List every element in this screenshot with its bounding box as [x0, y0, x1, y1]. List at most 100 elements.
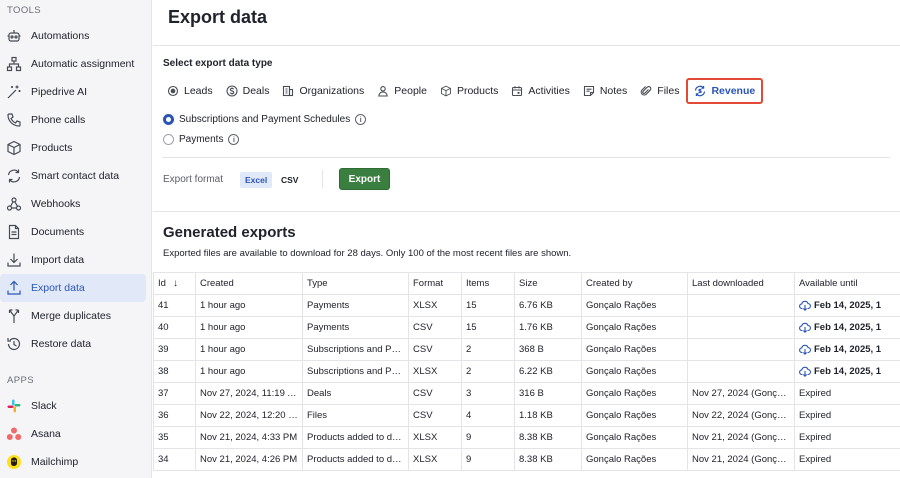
- type-tab-organizations[interactable]: Organizations: [278, 80, 368, 102]
- sidebar-item-automatic-assignment[interactable]: Automatic assignment: [0, 50, 146, 78]
- type-tab-label: Leads: [184, 85, 213, 97]
- sidebar-item-export-data[interactable]: Export data: [0, 274, 146, 302]
- type-tab-label: Organizations: [299, 85, 365, 97]
- sidebar-item-mailchimp[interactable]: Mailchimp: [0, 448, 146, 476]
- sidebar-item-label: Automatic assignment: [31, 58, 135, 70]
- asana-icon: [5, 425, 23, 443]
- table-cell-type: Payments: [302, 316, 409, 339]
- export-button[interactable]: Export: [339, 168, 390, 190]
- assignment-icon: [5, 55, 23, 73]
- table-row[interactable]: 381 hour agoSubscriptions and Payment Sc…: [153, 360, 900, 383]
- table-cell-type: Deals: [302, 382, 409, 405]
- column-header-created[interactable]: Created: [195, 272, 303, 295]
- generated-exports-description: Exported files are available to download…: [163, 248, 572, 259]
- sidebar-item-automations[interactable]: Automations: [0, 22, 146, 50]
- type-tab-label: Deals: [242, 85, 270, 97]
- generated-exports-title: Generated exports: [163, 224, 296, 241]
- radio-payments-row[interactable]: Payments i: [163, 134, 240, 145]
- column-header-type[interactable]: Type: [302, 272, 409, 295]
- main-content: Export data Select export data type Lead…: [153, 0, 900, 478]
- table-cell-items: 3: [461, 382, 515, 405]
- download-cloud-icon[interactable]: [799, 344, 811, 355]
- type-tab-revenue[interactable]: Revenue: [686, 78, 764, 104]
- type-tab-activities[interactable]: Activities: [507, 80, 573, 102]
- table-cell-available-until: Feb 14, 2025, 1: [794, 338, 900, 361]
- column-header-created-by[interactable]: Created by: [581, 272, 688, 295]
- sidebar-item-label: Webhooks: [31, 198, 81, 210]
- info-icon[interactable]: i: [355, 114, 367, 125]
- box-icon: [5, 139, 23, 157]
- sort-descending-icon[interactable]: ↓: [173, 278, 178, 289]
- format-csv-option[interactable]: CSV: [276, 172, 303, 188]
- type-tab-products[interactable]: Products: [436, 80, 502, 102]
- page-title: Export data: [168, 7, 268, 27]
- table-cell-type: Subscriptions and Payment Schedules: [302, 360, 409, 383]
- document-icon: [5, 223, 23, 241]
- column-header-format[interactable]: Format: [408, 272, 462, 295]
- sidebar-item-webhooks[interactable]: Webhooks: [0, 190, 146, 218]
- table-row[interactable]: 34 Nov 21, 2024, 4:26 PM Products added to…: [153, 448, 900, 471]
- column-header-last-downloaded[interactable]: Last downloaded: [687, 272, 795, 295]
- type-tab-label: Activities: [528, 85, 570, 97]
- column-header-label: Last downloaded: [692, 278, 764, 289]
- type-tab-deals[interactable]: Deals: [222, 80, 274, 102]
- table-cell-available-until: Expired: [794, 426, 900, 449]
- type-tab-people[interactable]: People: [373, 80, 431, 102]
- sidebar-item-slack[interactable]: Slack: [0, 392, 146, 420]
- table-cell-created: 1 hour ago: [195, 338, 303, 361]
- table-row[interactable]: 36 Nov 22, 2024, 12:20 PM Files CSV 4 1.18 KB…: [153, 404, 900, 427]
- table-cell-id: 34: [153, 448, 196, 471]
- type-tab-leads[interactable]: Leads: [163, 80, 217, 102]
- radio-subscriptions[interactable]: [163, 114, 174, 125]
- sidebar-item-import-data[interactable]: Import data: [0, 246, 146, 274]
- table-cell-created-by: Gonçalo Rações: [581, 360, 688, 383]
- table-cell-created: 1 hour ago: [195, 294, 303, 317]
- radio-subscriptions-row[interactable]: Subscriptions and Payment Schedules i: [163, 114, 367, 125]
- download-cloud-icon[interactable]: [799, 300, 811, 311]
- sidebar-item-merge-duplicates[interactable]: Merge duplicates: [0, 302, 146, 330]
- table-cell-format: CSV: [408, 404, 462, 427]
- sidebar-item-restore-data[interactable]: Restore data: [0, 330, 146, 358]
- table-cell-created: Nov 21, 2024, 4:26 PM: [195, 448, 303, 471]
- sidebar-item-asana[interactable]: Asana: [0, 420, 146, 448]
- column-header-available-until[interactable]: Available until: [794, 272, 900, 295]
- column-header-size[interactable]: Size: [514, 272, 582, 295]
- table-row[interactable]: 41 1 hour ago Payments XLSX 15 6.76 KB Gonçalo…: [153, 294, 900, 317]
- sidebar-item-documents[interactable]: Documents: [0, 218, 146, 246]
- format-excel-option[interactable]: Excel: [240, 172, 273, 188]
- table-cell-id: 40: [153, 316, 196, 339]
- sidebar-item-phone-calls[interactable]: Phone calls: [0, 106, 146, 134]
- type-tab-files[interactable]: Files: [636, 80, 683, 102]
- table-header-row: Id ↓ Created Type Format Items Size Created by L…: [153, 272, 900, 295]
- download-cloud-icon[interactable]: [799, 366, 811, 377]
- table-cell-available-until: Feb 14, 2025, 1: [794, 316, 900, 339]
- table-row[interactable]: 40 1 hour ago Payments CSV 15 1.76 KB Gonçalo …: [153, 316, 900, 339]
- available-until-text: Feb 14, 2025, 1: [814, 300, 882, 311]
- sidebar-item-label: Products: [31, 142, 73, 154]
- mailchimp-icon: [5, 453, 23, 471]
- table-cell-format: XLSX: [408, 360, 462, 383]
- column-header-id[interactable]: Id ↓: [153, 272, 196, 295]
- radio-payments[interactable]: [163, 134, 174, 145]
- sync-icon: [5, 167, 23, 185]
- type-tab-notes[interactable]: Notes: [579, 80, 631, 102]
- table-cell-id: 38: [153, 360, 196, 383]
- column-header-items[interactable]: Items: [461, 272, 515, 295]
- merge-icon: [5, 307, 23, 325]
- table-row[interactable]: 35 Nov 21, 2024, 4:33 PM Products added to…: [153, 426, 900, 449]
- table-cell-created: Nov 21, 2024, 4:33 PM: [195, 426, 303, 449]
- info-icon[interactable]: i: [228, 134, 240, 145]
- dollar-icon: [226, 85, 238, 97]
- building-icon: [282, 85, 294, 97]
- sidebar-item-smart-contact-data[interactable]: Smart contact data: [0, 162, 146, 190]
- download-cloud-icon[interactable]: [799, 322, 811, 333]
- table-cell-created: 1 hour ago: [195, 316, 303, 339]
- table-row[interactable]: 391 hour agoSubscriptions and Payment Sc…: [153, 338, 900, 361]
- table-cell-type: Products added to deals: [302, 448, 409, 471]
- table-row[interactable]: 37 Nov 27, 2024, 11:19 AM Deals CSV 3 316 B Go…: [153, 382, 900, 405]
- table-cell-last-downloaded: [687, 338, 795, 361]
- sidebar-item-products[interactable]: Products: [0, 134, 146, 162]
- section-divider: [153, 211, 900, 212]
- table-cell-available-until: Expired: [794, 382, 900, 405]
- sidebar-item-pipedrive-ai[interactable]: Pipedrive AI: [0, 78, 146, 106]
